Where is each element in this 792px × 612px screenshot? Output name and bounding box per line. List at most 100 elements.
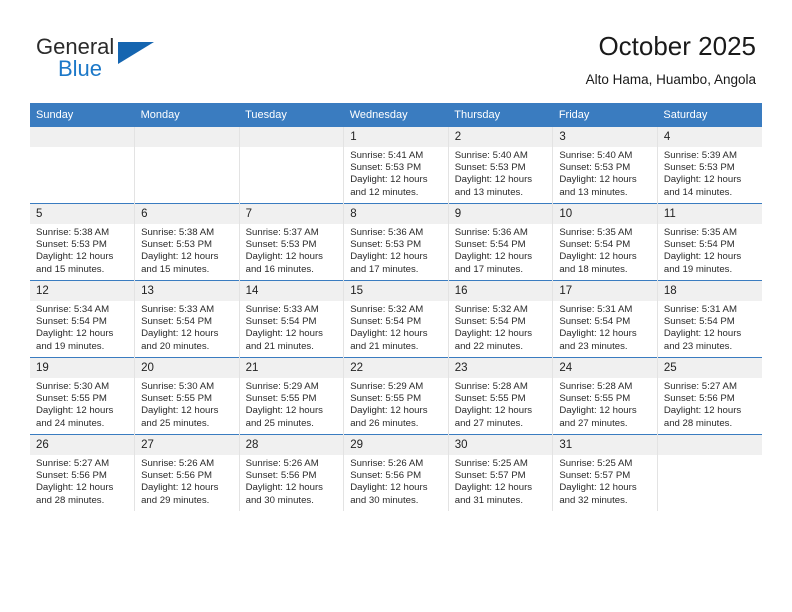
day-details: Sunrise: 5:25 AM Sunset: 5:57 PM Daylight:… [449,455,553,507]
day-number: 27 [135,435,239,455]
day-number: 1 [344,127,448,147]
daylight-line1-text: Daylight: 12 hours [454,174,533,186]
day-number: 7 [239,204,344,224]
day-number: 11 [657,204,762,224]
calendar-day-cell[interactable]: 15 Sunrise: 5:32 AM Sunset: 5:54 PM Dayligh… [343,280,449,358]
daylight-line1-text: Daylight: 12 hours [245,251,323,263]
calendar-day-cell[interactable]: 28 Sunrise: 5:26 AM Sunset: 5:56 PM Dayligh… [239,434,345,511]
general-blue-logo[interactable]: General Blue [36,34,166,86]
calendar-day-cell[interactable]: 8 Sunrise: 5:36 AM Sunset: 5:53 PM Daylight… [343,203,449,281]
calendar-week-row: 12 Sunrise: 5:34 AM Sunset: 5:54 PM Dayligh… [30,280,762,358]
day-details: Sunrise: 5:41 AM Sunset: 5:53 PM Daylight:… [344,147,448,199]
calendar-day-cell-empty [657,434,762,511]
daylight-line1-text: Daylight: 12 hours [454,405,533,417]
sunrise-text: Sunrise: 5:36 AM [454,227,528,238]
day-number: 9 [448,204,553,224]
calendar-day-cell[interactable]: 22 Sunrise: 5:29 AM Sunset: 5:55 PM Dayligh… [343,357,449,435]
daylight-line1-text: Daylight: 12 hours [454,328,533,340]
calendar-week-row: 19 Sunrise: 5:30 AM Sunset: 5:55 PM Dayligh… [30,357,762,435]
daylight-line2-text: and 27 minutes. [454,417,524,429]
sunset-text: Sunset: 5:53 PM [454,162,526,174]
calendar-day-cell-empty [239,127,345,204]
day-details: Sunrise: 5:29 AM Sunset: 5:55 PM Daylight:… [344,378,448,430]
sunrise-text: Sunrise: 5:27 AM [36,458,110,469]
calendar-day-cell[interactable]: 18 Sunrise: 5:31 AM Sunset: 5:54 PM Dayligh… [657,280,762,358]
weekday-header-wednesday: Wednesday [343,103,449,127]
calendar-day-cell[interactable]: 10 Sunrise: 5:35 AM Sunset: 5:54 PM Dayligh… [552,203,658,281]
calendar-day-cell[interactable]: 16 Sunrise: 5:32 AM Sunset: 5:54 PM Dayligh… [448,280,554,358]
calendar-day-cell[interactable]: 26 Sunrise: 5:27 AM Sunset: 5:56 PM Dayligh… [30,434,136,511]
calendar-day-cell[interactable]: 7 Sunrise: 5:37 AM Sunset: 5:53 PM Daylight… [239,203,345,281]
daylight-line1-text: Daylight: 12 hours [141,251,219,263]
daylight-line1-text: Daylight: 12 hours [663,251,742,263]
calendar-day-cell[interactable]: 27 Sunrise: 5:26 AM Sunset: 5:56 PM Dayligh… [134,434,240,511]
daylight-line1-text: Daylight: 12 hours [559,405,637,417]
calendar-day-cell[interactable]: 19 Sunrise: 5:30 AM Sunset: 5:55 PM Dayligh… [30,357,136,435]
day-number: 13 [135,281,239,301]
calendar-day-cell[interactable]: 20 Sunrise: 5:30 AM Sunset: 5:55 PM Dayligh… [134,357,240,435]
day-details: Sunrise: 5:37 AM Sunset: 5:53 PM Daylight:… [240,224,344,276]
daylight-line2-text: and 25 minutes. [245,417,314,429]
calendar-day-cell[interactable]: 4 Sunrise: 5:39 AM Sunset: 5:53 PM Daylight… [657,127,762,204]
daylight-line2-text: and 28 minutes. [663,417,733,429]
daylight-line1-text: Daylight: 12 hours [350,174,428,186]
calendar-grid: Sunday Monday Tuesday Wednesday Thursday Frid… [30,103,762,511]
calendar-day-cell[interactable]: 5 Sunrise: 5:38 AM Sunset: 5:53 PM Daylight… [30,203,136,281]
calendar-day-cell[interactable]: 3 Sunrise: 5:40 AM Sunset: 5:53 PM Daylight… [552,127,658,204]
daylight-line1-text: Daylight: 12 hours [245,405,323,417]
sunrise-text: Sunrise: 5:33 AM [141,304,215,315]
day-number: 15 [344,281,448,301]
calendar-day-cell[interactable]: 30 Sunrise: 5:25 AM Sunset: 5:57 PM Dayligh… [448,434,554,511]
day-details: Sunrise: 5:30 AM Sunset: 5:55 PM Daylight:… [30,378,134,430]
day-details: Sunrise: 5:28 AM Sunset: 5:55 PM Daylight:… [449,378,553,430]
day-number: 12 [30,281,135,301]
calendar-day-cell[interactable]: 25 Sunrise: 5:27 AM Sunset: 5:56 PM Dayligh… [657,357,762,435]
sunset-text: Sunset: 5:54 PM [559,239,631,251]
sunrise-text: Sunrise: 5:28 AM [454,381,528,392]
calendar-day-cell[interactable]: 2 Sunrise: 5:40 AM Sunset: 5:53 PM Daylight… [448,127,554,204]
daylight-line1-text: Daylight: 12 hours [350,251,428,263]
daylight-line1-text: Daylight: 12 hours [559,174,637,186]
calendar-day-cell-empty [134,127,240,204]
calendar-day-cell[interactable]: 14 Sunrise: 5:33 AM Sunset: 5:54 PM Dayligh… [239,280,345,358]
day-number: 31 [553,435,657,455]
sunrise-text: Sunrise: 5:40 AM [559,150,633,161]
sunset-text: Sunset: 5:54 PM [245,316,317,328]
calendar-day-cell[interactable]: 29 Sunrise: 5:26 AM Sunset: 5:56 PM Dayligh… [343,434,449,511]
weekday-header-saturday: Saturday [657,103,762,127]
calendar-day-cell[interactable]: 23 Sunrise: 5:28 AM Sunset: 5:55 PM Dayligh… [448,357,554,435]
sunrise-text: Sunrise: 5:34 AM [36,304,110,315]
sunrise-text: Sunrise: 5:33 AM [245,304,319,315]
calendar-day-cell[interactable]: 12 Sunrise: 5:34 AM Sunset: 5:54 PM Dayligh… [30,280,136,358]
day-number: 16 [448,281,553,301]
daylight-line1-text: Daylight: 12 hours [559,251,637,263]
calendar-day-cell[interactable]: 9 Sunrise: 5:36 AM Sunset: 5:54 PM Daylight… [448,203,554,281]
sunrise-text: Sunrise: 5:31 AM [559,304,633,315]
daylight-line1-text: Daylight: 12 hours [245,328,323,340]
day-number [657,435,762,455]
calendar-day-cell[interactable]: 21 Sunrise: 5:29 AM Sunset: 5:55 PM Dayligh… [239,357,345,435]
calendar-day-cell[interactable]: 11 Sunrise: 5:35 AM Sunset: 5:54 PM Dayligh… [657,203,762,281]
calendar-day-cell[interactable]: 17 Sunrise: 5:31 AM Sunset: 5:54 PM Dayligh… [552,280,658,358]
day-number [30,127,135,147]
calendar-day-cell[interactable]: 31 Sunrise: 5:25 AM Sunset: 5:57 PM Dayligh… [552,434,658,511]
sunrise-text: Sunrise: 5:38 AM [141,227,215,238]
daylight-line2-text: and 23 minutes. [663,340,733,352]
calendar-day-cell[interactable]: 1 Sunrise: 5:41 AM Sunset: 5:53 PM Daylight… [343,127,449,204]
calendar-day-cell[interactable]: 24 Sunrise: 5:28 AM Sunset: 5:55 PM Dayligh… [552,357,658,435]
daylight-line1-text: Daylight: 12 hours [663,328,742,340]
calendar-day-cell[interactable]: 13 Sunrise: 5:33 AM Sunset: 5:54 PM Dayligh… [134,280,240,358]
daylight-line2-text: and 15 minutes. [36,263,105,275]
sunset-text: Sunset: 5:56 PM [245,470,317,482]
sunrise-text: Sunrise: 5:40 AM [454,150,528,161]
daylight-line2-text: and 29 minutes. [141,494,210,506]
sunset-text: Sunset: 5:56 PM [36,470,107,482]
sunset-text: Sunset: 5:56 PM [350,470,422,482]
daylight-line2-text: and 25 minutes. [141,417,210,429]
day-number: 28 [239,435,344,455]
daylight-line2-text: and 28 minutes. [36,494,105,506]
weekday-header-monday: Monday [134,103,240,127]
daylight-line1-text: Daylight: 12 hours [141,405,219,417]
sunset-text: Sunset: 5:54 PM [559,316,631,328]
calendar-day-cell[interactable]: 6 Sunrise: 5:38 AM Sunset: 5:53 PM Daylight… [134,203,240,281]
